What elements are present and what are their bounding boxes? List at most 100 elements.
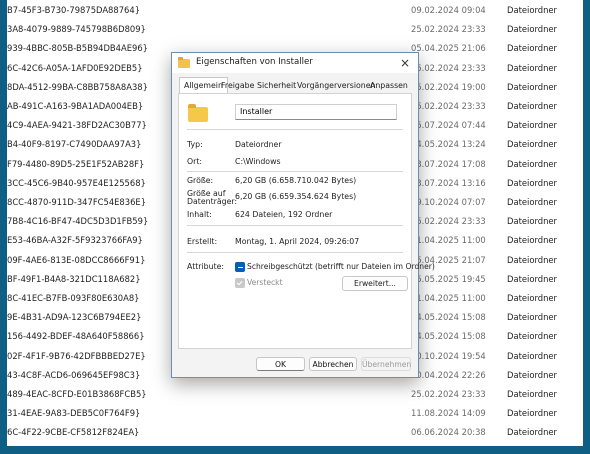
hidden-checkbox[interactable] <box>235 278 245 288</box>
list-item-date: 23.07.2024 13:16 <box>411 177 486 188</box>
list-item-guid: 6C-42C6-A05A-1AFD0E92DEB5} <box>7 62 143 73</box>
list-item-type: Dateiordner <box>507 24 557 35</box>
list-item-date: 25.02.2024 23:33 <box>411 389 486 399</box>
inhalt-label: Inhalt: <box>187 210 212 219</box>
list-item-date: 25.02.2024 23:33 <box>411 24 486 35</box>
list-item-type: Dateiordner <box>507 312 557 323</box>
tab-anpassen[interactable]: Anpassen <box>370 78 408 93</box>
list-item-guid: F79-4480-89D5-25E1F52AB28F} <box>7 158 145 169</box>
apply-button[interactable]: Übernehmen <box>361 357 411 371</box>
list-item[interactable]: 31-4EAE-9A83-DEB5C0F764F9} 11.08.2024 14:… <box>7 403 583 424</box>
list-item-date: 11.04.2025 11:00 <box>411 293 486 303</box>
ok-button[interactable]: OK <box>256 357 305 371</box>
list-item-date: 09.02.2024 09:04 <box>411 5 486 15</box>
list-item-guid: 3A8-4079-9889-745798B6D809} <box>7 24 146 35</box>
list-item-type: Dateiordner <box>507 158 557 169</box>
hidden-label: Versteckt <box>247 278 283 287</box>
large-folder-icon <box>188 104 208 122</box>
list-item-guid: 156-4492-BDEF-48A640F58866} <box>7 331 145 342</box>
list-item-guid: 43-4C8F-ACD6-069645EF98C3} <box>7 369 141 380</box>
list-item-date: 24.05.2024 13:24 <box>411 139 486 150</box>
list-item[interactable]: 6C-4F22-9CBE-CF5812F824EA} 06.06.2024 20:… <box>7 422 583 443</box>
erstellt-label: Erstellt: <box>187 237 218 246</box>
list-item-date: 06.06.2024 20:38 <box>411 427 486 438</box>
list-item-type: Dateiordner <box>507 197 557 207</box>
groesse-auf-value: 6,20 GB (6.659.354.624 Bytes) <box>235 192 357 201</box>
groesse-auf-label-2: Datenträger: <box>187 197 238 206</box>
list-item-guid: B7-45F3-B730-79875DA88764} <box>7 5 141 15</box>
cancel-button[interactable]: Abbrechen <box>309 357 357 371</box>
groesse-label: Größe: <box>187 176 214 185</box>
list-item-guid: BF-49F1-B4A8-321DC118A682} <box>7 273 141 284</box>
list-item-guid: B4-40F9-8197-C7490DAA97A3} <box>7 139 142 150</box>
properties-dialog: Eigenschaften von Installer × Allgemein … <box>171 52 435 378</box>
list-item-date: 25.05.2025 19:45 <box>411 273 486 284</box>
list-item[interactable]: 489-4EAC-8CFD-E01B3868FCB5} 25.02.2024 23… <box>7 384 583 405</box>
attribute-label: Attribute: <box>187 262 225 271</box>
list-item-date: 25.02.2024 19:00 <box>411 81 486 92</box>
list-item-date: 20.10.2024 19:54 <box>411 350 486 361</box>
list-item-guid: 6C-4F22-9CBE-CF5812F824EA} <box>7 427 140 438</box>
tab-freigabe[interactable]: Freigabe <box>221 78 254 93</box>
list-item-guid: AB-491C-A163-9BA1ADA004EB} <box>7 101 144 111</box>
list-item-type: Dateiordner <box>507 235 557 246</box>
list-item-type: Dateiordner <box>507 427 557 438</box>
list-item-type: Dateiordner <box>507 5 557 15</box>
list-item[interactable]: 3A8-4079-9889-745798B6D809} 25.02.2024 23… <box>7 19 583 40</box>
list-item-date: 25.02.2024 23:33 <box>411 62 486 73</box>
list-item-date: 29.10.2024 07:07 <box>411 197 486 207</box>
typ-value: Dateiordner <box>235 140 282 149</box>
list-item-date: 25.02.2024 23:33 <box>411 216 486 227</box>
list-item-type: Dateiordner <box>507 120 557 131</box>
list-item-date: 23.07.2024 17:08 <box>411 158 486 169</box>
tab-vorgaengerversionen[interactable]: Vorgängerversionen <box>297 78 375 93</box>
readonly-checkbox[interactable] <box>235 262 245 272</box>
list-item-date: 11.04.2025 11:00 <box>411 235 486 246</box>
list-item-guid: 8DA-4512-99BA-C8BB758A8A38} <box>7 81 148 92</box>
folder-name-input[interactable] <box>235 104 397 120</box>
advanced-button[interactable]: Erweitert... <box>342 276 408 291</box>
list-item-guid: 31-4EAE-9A83-DEB5C0F764F9} <box>7 408 141 419</box>
close-icon[interactable]: × <box>398 55 412 71</box>
list-item-date: 05.04.2025 21:06 <box>411 43 486 54</box>
list-item-type: Dateiordner <box>507 331 557 342</box>
folder-icon <box>178 57 190 68</box>
list-item-guid: 4C9-4AEA-9421-38FD2AC30B77} <box>7 120 147 131</box>
list-item-type: Dateiordner <box>507 81 557 92</box>
list-item-type: Dateiordner <box>507 254 557 265</box>
inhalt-value: 624 Dateien, 192 Ordner <box>235 210 333 219</box>
typ-label: Typ: <box>187 140 203 149</box>
list-item-type: Dateiordner <box>507 101 557 111</box>
list-item-type: Dateiordner <box>507 139 557 150</box>
ort-label: Ort: <box>187 157 203 166</box>
tab-panel-allgemein: Typ: Dateiordner Ort: C:\Windows Größe: … <box>178 93 435 349</box>
divider <box>187 225 403 226</box>
divider <box>187 171 403 172</box>
list-item-type: Dateiordner <box>507 177 557 188</box>
list-item[interactable]: B7-45F3-B730-79875DA88764} 09.02.2024 09:… <box>7 0 583 21</box>
list-item-date: 24.05.2024 15:08 <box>411 312 486 323</box>
list-item-date: 24.05.2024 15:08 <box>411 331 486 342</box>
tab-strip: Allgemein Freigabe Sicherheit Vorgängerv… <box>172 77 418 94</box>
list-item-type: Dateiordner <box>507 350 557 361</box>
divider <box>187 252 403 253</box>
list-item-guid: 09F-4AE6-813E-08DCC8666F91} <box>7 254 146 265</box>
list-item-type: Dateiordner <box>507 216 557 227</box>
list-item-type: Dateiordner <box>507 273 557 284</box>
groesse-value: 6,20 GB (6.658.710.042 Bytes) <box>235 176 357 185</box>
list-item-type: Dateiordner <box>507 408 557 419</box>
list-item-guid: 9E-4B31-AD9A-123C6B794EE2} <box>7 312 142 323</box>
erstellt-value: Montag, 1. April 2024, 09:26:07 <box>235 237 360 246</box>
readonly-label: Schreibgeschützt (betrifft nur Dateien i… <box>247 262 435 271</box>
list-item-guid: 8C-41EC-B7FB-093F80E630A8} <box>7 293 140 303</box>
list-item-type: Dateiordner <box>507 293 557 303</box>
list-item-type: Dateiordner <box>507 62 557 73</box>
tab-sicherheit[interactable]: Sicherheit <box>257 78 296 93</box>
list-item-guid: 8CC-4870-911D-347FC54E836E} <box>7 197 147 207</box>
list-item-date: 25.07.2024 07:44 <box>411 120 486 131</box>
list-item-date: 30.04.2024 22:26 <box>411 369 486 380</box>
list-item-guid: 3CC-45C6-9B40-957E4E125568} <box>7 177 146 188</box>
list-item-date: 11.08.2024 14:09 <box>411 408 486 419</box>
dialog-titlebar[interactable]: Eigenschaften von Installer × <box>172 53 418 73</box>
list-item-type: Dateiordner <box>507 43 557 54</box>
